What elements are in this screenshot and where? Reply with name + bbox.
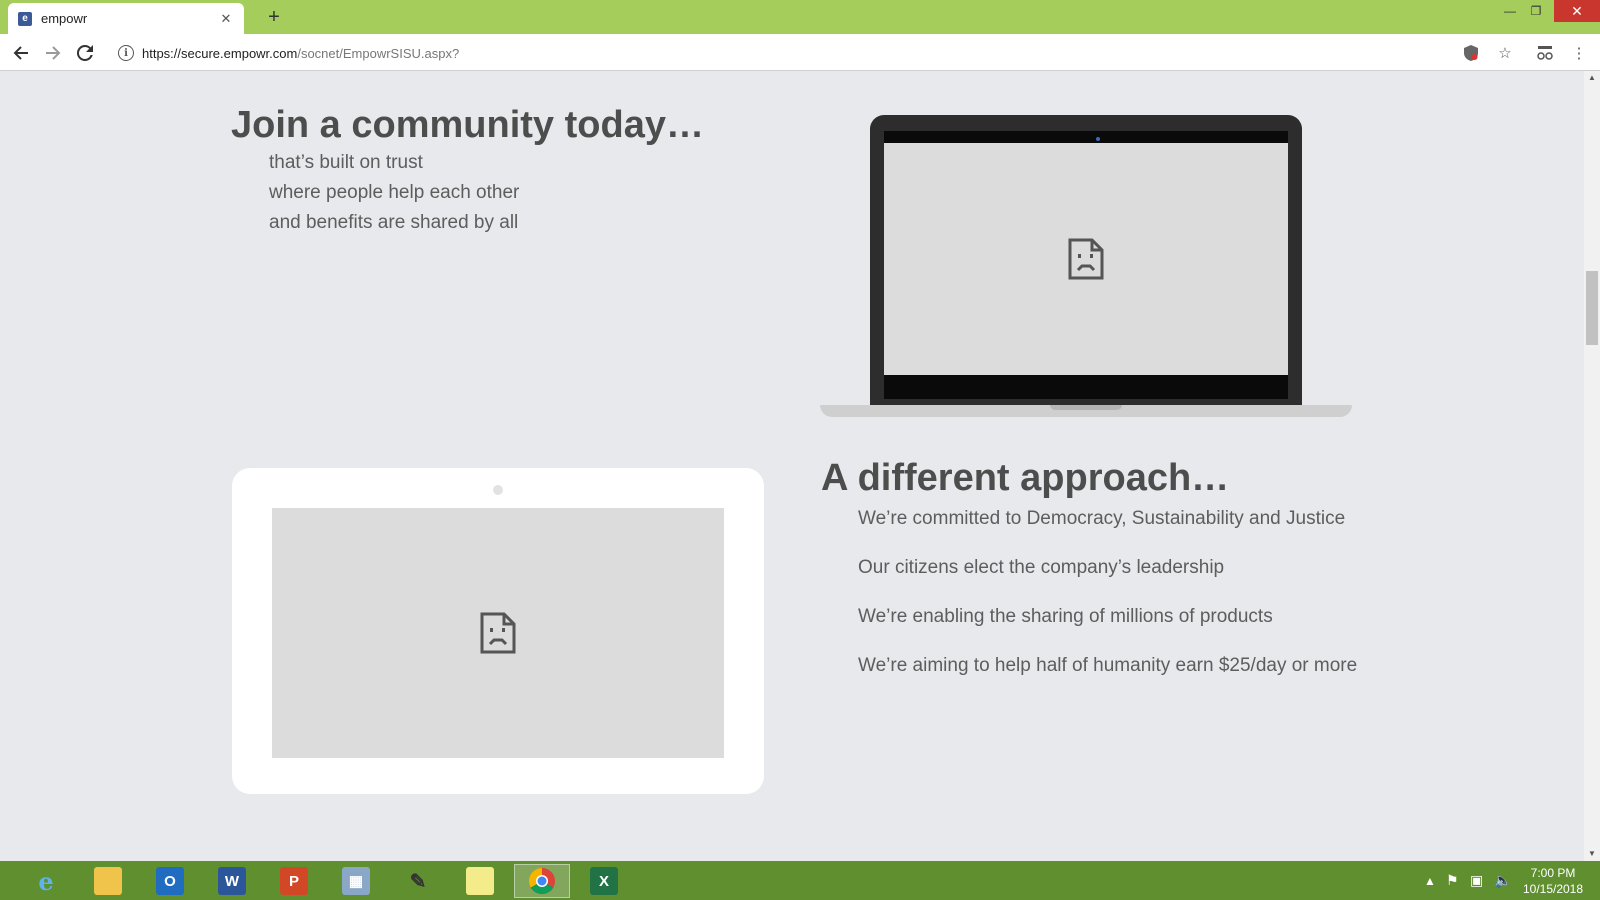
taskbar-sticky-notes[interactable]	[452, 864, 508, 898]
laptop-screen	[884, 143, 1288, 375]
taskbar-chrome[interactable]	[514, 864, 570, 898]
scroll-up-arrow-icon[interactable]: ▲	[1584, 71, 1600, 85]
menu-dots-icon[interactable]: ⋮	[1568, 42, 1590, 64]
tab-title: empowr	[41, 11, 88, 26]
scroll-down-arrow-icon[interactable]: ▼	[1584, 847, 1600, 861]
calculator-icon: ▦	[342, 867, 370, 895]
arrow-right-icon	[46, 46, 61, 60]
community-benefits-list: that’s built on trust where people help …	[269, 148, 519, 238]
list-item: We’re aiming to help half of humanity ea…	[858, 655, 1358, 676]
taskbar-clock[interactable]: 7:00 PM 10/15/2018	[1508, 865, 1598, 897]
powerpoint-icon: P	[280, 867, 308, 895]
list-item: and benefits are shared by all	[269, 212, 519, 233]
list-item: Our citizens elect the company’s leaders…	[858, 557, 1225, 578]
url-host: https://secure.empowr.com	[142, 45, 298, 61]
reload-button[interactable]	[72, 40, 98, 66]
browser-tab[interactable]: e empowr ✕	[8, 3, 244, 34]
taskbar-pen-tool[interactable]: ✎	[390, 864, 446, 898]
back-button[interactable]	[8, 40, 34, 66]
bookmark-star-icon[interactable]: ☆	[1494, 42, 1516, 64]
taskbar-file-explorer[interactable]	[80, 864, 136, 898]
browser-toolbar: i https://secure.empowr.com/socnet/Empow…	[0, 34, 1600, 71]
url-path: /socnet/EmpowrSISU.aspx?	[297, 45, 460, 61]
taskbar-internet-explorer[interactable]: e	[18, 864, 74, 898]
maximize-button[interactable]: ❐	[1514, 0, 1558, 22]
browser-titlebar: e empowr ✕ + — ❐ ✕	[0, 0, 1600, 34]
outlook-icon: O	[156, 867, 184, 895]
address-bar[interactable]: i https://secure.empowr.com/socnet/Empow…	[110, 39, 1426, 67]
taskbar-calculator[interactable]: ▦	[328, 864, 384, 898]
broken-image-icon	[1068, 238, 1104, 280]
site-info-icon[interactable]: i	[118, 45, 134, 61]
reload-icon	[77, 45, 93, 61]
taskbar-outlook[interactable]: O	[142, 864, 198, 898]
clock-time: 7:00 PM	[1530, 866, 1576, 880]
arrow-left-icon	[13, 46, 28, 60]
tray-flag-icon[interactable]: ⚑	[1446, 861, 1459, 900]
tray-network-icon[interactable]: ▣	[1470, 861, 1483, 900]
empowr-favicon-icon: e	[18, 11, 32, 26]
clock-date: 10/15/2018	[1522, 882, 1584, 896]
url-text: https://secure.empowr.com/socnet/EmpowrS…	[142, 46, 459, 61]
page-scrollbar[interactable]: ▲ ▼	[1584, 71, 1600, 861]
internet-explorer-icon: e	[38, 866, 54, 896]
join-community-heading: Join a community today…	[231, 104, 704, 146]
tray-show-hidden-icon[interactable]: ▲	[1424, 861, 1436, 900]
new-tab-button[interactable]: +	[262, 5, 286, 29]
pen-icon: ✎	[409, 870, 427, 893]
list-item: We’re enabling the sharing of millions o…	[858, 606, 1273, 627]
page-viewport: Join a community today… that’s built on …	[0, 71, 1584, 861]
laptop-bezel	[884, 131, 1288, 399]
list-item: that’s built on trust	[269, 152, 423, 173]
scroll-thumb[interactable]	[1586, 271, 1598, 345]
list-item: where people help each other	[269, 182, 520, 203]
extension-icon[interactable]	[1534, 42, 1556, 64]
laptop-mockup	[870, 115, 1302, 405]
excel-icon: X	[590, 867, 618, 895]
tablet-camera	[493, 485, 503, 495]
shield-blocked-icon[interactable]	[1460, 42, 1482, 64]
tab-close-icon[interactable]: ✕	[218, 11, 234, 27]
windows-taskbar: e O W P ▦ ✎ X ▲ ⚑ ▣ 🔈 7:00 PM 10/15/2018	[0, 861, 1600, 900]
broken-image-icon	[480, 612, 516, 654]
tablet-screen	[272, 508, 724, 758]
laptop-notch	[1050, 405, 1122, 410]
folder-icon	[94, 867, 122, 895]
laptop-camera	[1096, 137, 1100, 141]
chrome-icon	[528, 867, 555, 895]
taskbar-word[interactable]: W	[204, 864, 260, 898]
sticky-notes-icon	[466, 867, 494, 895]
tablet-mockup	[232, 468, 764, 794]
taskbar-powerpoint[interactable]: P	[266, 864, 322, 898]
list-item: We’re committed to Democracy, Sustainabi…	[858, 508, 1346, 529]
approach-list: We’re committed to Democracy, Sustainabi…	[858, 494, 1357, 690]
forward-button[interactable]	[40, 40, 66, 66]
taskbar-excel[interactable]: X	[576, 864, 632, 898]
word-icon: W	[218, 867, 246, 895]
close-window-button[interactable]: ✕	[1554, 0, 1600, 22]
